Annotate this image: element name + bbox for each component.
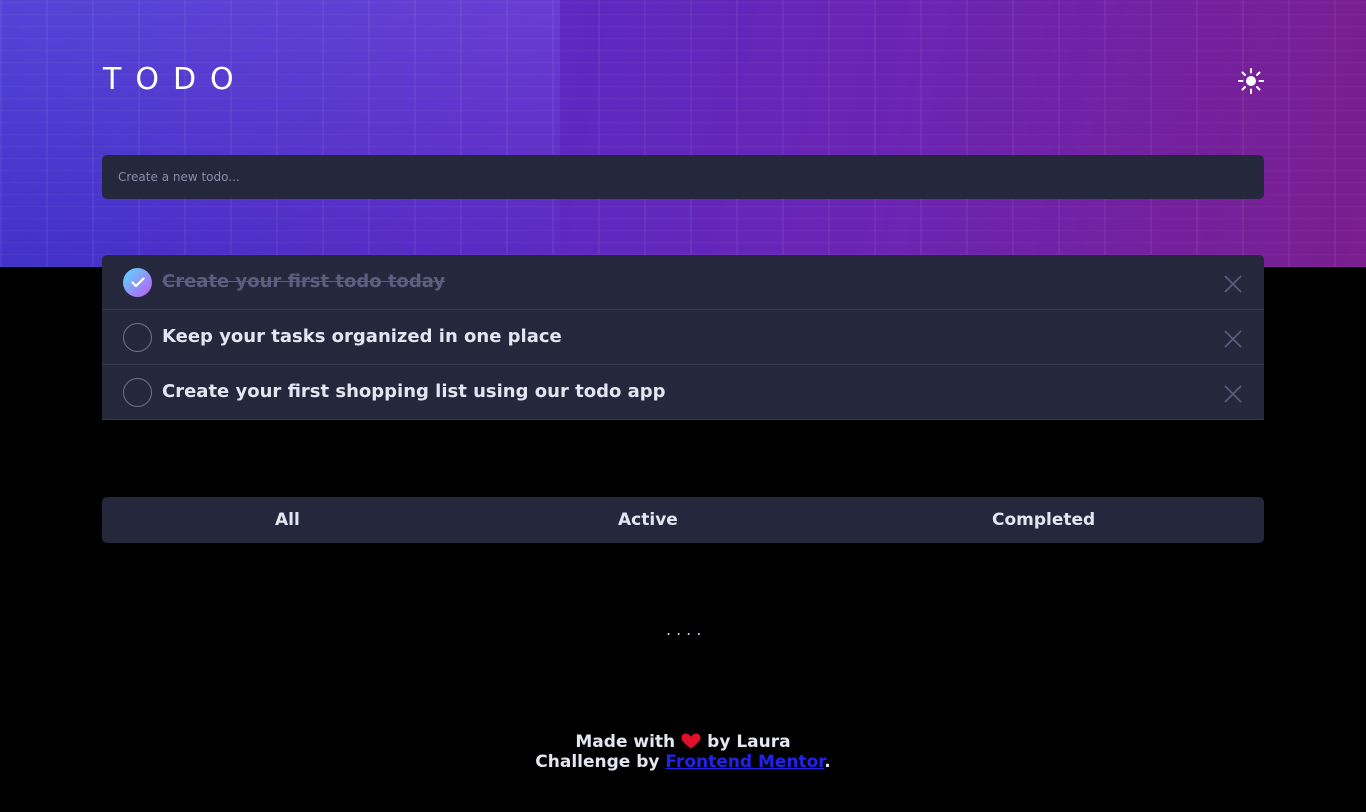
todo-item: Keep your tasks organized in one place xyxy=(102,310,1264,365)
header-pattern xyxy=(0,0,1366,267)
more-indicator: .... xyxy=(666,620,707,639)
todo-text: Create your first todo today xyxy=(162,271,446,292)
todo-list: Create your first todo today Keep your t… xyxy=(102,255,1264,420)
new-todo-input[interactable] xyxy=(102,155,1264,199)
todo-item: Create your first todo today xyxy=(102,255,1264,310)
filter-completed[interactable]: Completed xyxy=(992,510,1095,530)
todo-item: Create your first shopping list using ou… xyxy=(102,365,1264,420)
footer-credit-line: Made with by Laura xyxy=(0,732,1366,752)
made-with-text: Made with xyxy=(575,732,676,752)
theme-toggle-button[interactable] xyxy=(1237,67,1265,95)
app-title: TODO xyxy=(103,62,248,97)
delete-todo-button[interactable] xyxy=(1224,385,1242,403)
challenge-text: Challenge by xyxy=(535,752,660,772)
todo-checkbox[interactable] xyxy=(123,378,152,407)
frontend-mentor-link[interactable]: Frontend Mentor xyxy=(665,752,824,772)
close-icon xyxy=(1224,330,1242,348)
check-icon xyxy=(130,277,145,288)
filter-all[interactable]: All xyxy=(275,510,300,530)
new-todo-field[interactable] xyxy=(102,155,1264,199)
close-icon xyxy=(1224,385,1242,403)
delete-todo-button[interactable] xyxy=(1224,330,1242,348)
header-background xyxy=(0,0,1366,267)
footer-period: . xyxy=(824,752,831,772)
todo-text: Keep your tasks organized in one place xyxy=(162,326,562,347)
author-text: by Laura xyxy=(707,732,791,752)
todo-text: Create your first shopping list using ou… xyxy=(162,381,666,402)
filter-active[interactable]: Active xyxy=(618,510,678,530)
sun-icon xyxy=(1238,68,1264,94)
footer-challenge-line: Challenge by Frontend Mentor. xyxy=(0,752,1366,772)
filter-bar: All Active Completed xyxy=(102,497,1264,543)
close-icon xyxy=(1224,275,1242,293)
delete-todo-button[interactable] xyxy=(1224,275,1242,293)
todo-checkbox[interactable] xyxy=(123,323,152,352)
footer: Made with by Laura Challenge by Frontend … xyxy=(0,732,1366,772)
todo-checkbox-checked[interactable] xyxy=(123,268,152,297)
heart-icon xyxy=(681,733,701,749)
